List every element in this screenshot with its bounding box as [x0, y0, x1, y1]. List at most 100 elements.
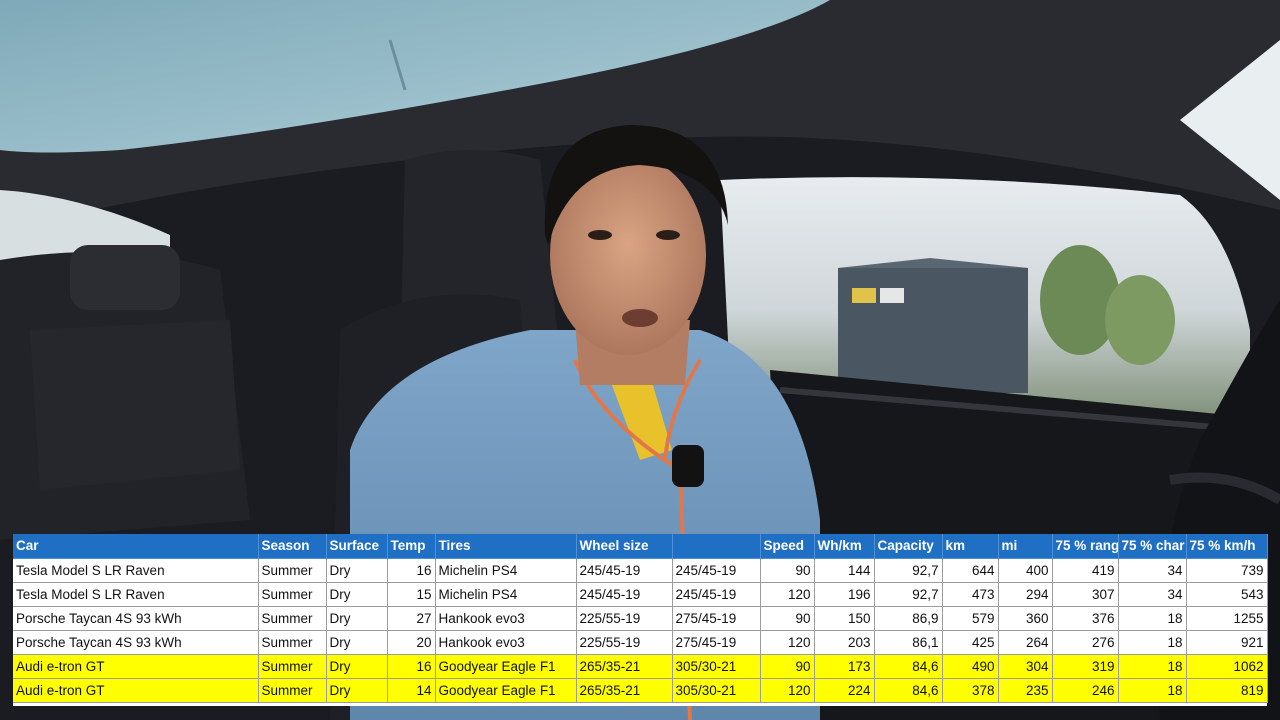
table-cell: Summer	[258, 606, 327, 631]
table-cell: 225/55-19	[576, 606, 673, 631]
column-header: Wheel size	[576, 534, 673, 559]
table-cell: 14	[387, 678, 436, 703]
table-cell: Summer	[258, 582, 327, 607]
table-cell: 16	[387, 654, 436, 679]
table-cell: 225/55-19	[576, 630, 673, 655]
column-header: 75 % char	[1118, 534, 1187, 559]
table-header-row: Car Season Surface Temp Tires Wheel size Speed…	[13, 534, 1268, 559]
table-cell: 150	[814, 606, 875, 631]
table-cell: 120	[760, 582, 815, 607]
table-cell: Dry	[326, 606, 388, 631]
table-cell: 1062	[1186, 654, 1268, 679]
table-cell: Porsche Taycan 4S 93 kWh	[13, 606, 259, 631]
table-cell: 360	[998, 606, 1053, 631]
table-cell: 245/45-19	[672, 558, 761, 583]
table-cell: 92,7	[874, 558, 943, 583]
table-row: Audi e-tron GT Summer Dry 16 Goodyear Eagle …	[13, 654, 1268, 679]
table-cell: 275/45-19	[672, 606, 761, 631]
column-header: Car	[13, 534, 259, 559]
table-cell: 378	[942, 678, 999, 703]
table-cell: 18	[1118, 654, 1187, 679]
table-cell: 84,6	[874, 654, 943, 679]
column-header: Season	[258, 534, 327, 559]
column-header: Capacity	[874, 534, 943, 559]
table-cell: 1255	[1186, 606, 1268, 631]
table-cell: 265/35-21	[576, 654, 673, 679]
table-cell: 86,9	[874, 606, 943, 631]
table-cell: 84,6	[874, 678, 943, 703]
table-cell: 245/45-19	[672, 582, 761, 607]
table-cell: 120	[760, 678, 815, 703]
table-cell: Summer	[258, 630, 327, 655]
table-cell: 400	[998, 558, 1053, 583]
table-cell: Dry	[326, 630, 388, 655]
table-cell: 16	[387, 558, 436, 583]
table-cell: 644	[942, 558, 999, 583]
table-cell: Hankook evo3	[435, 606, 577, 631]
table-cell: 86,1	[874, 630, 943, 655]
table-cell: 305/30-21	[672, 678, 761, 703]
table-cell: 27	[387, 606, 436, 631]
table-cell: 305/30-21	[672, 654, 761, 679]
column-header: Temp	[387, 534, 436, 559]
table-cell: 275/45-19	[672, 630, 761, 655]
table-cell: Dry	[326, 678, 388, 703]
table-cell: Dry	[326, 582, 388, 607]
column-header: mi	[998, 534, 1053, 559]
column-header: km	[942, 534, 999, 559]
table-cell: 819	[1186, 678, 1268, 703]
consumption-table: Car Season Surface Temp Tires Wheel size Speed…	[13, 534, 1268, 703]
column-header: Surface	[326, 534, 388, 559]
table-cell: 92,7	[874, 582, 943, 607]
table-cell: 224	[814, 678, 875, 703]
table-cell: 245/45-19	[576, 582, 673, 607]
table-cell: 15	[387, 582, 436, 607]
table-cell: 304	[998, 654, 1053, 679]
table-cell: 264	[998, 630, 1053, 655]
table-cell: 144	[814, 558, 875, 583]
table-cell: Summer	[258, 558, 327, 583]
table-cell: Goodyear Eagle F1	[435, 654, 577, 679]
table-cell: 579	[942, 606, 999, 631]
table-cell: 376	[1052, 606, 1119, 631]
table-row: Tesla Model S LR Raven Summer Dry 15 Micheli…	[13, 582, 1268, 607]
table-row: Tesla Model S LR Raven Summer Dry 16 Micheli…	[13, 558, 1268, 583]
table-cell: 203	[814, 630, 875, 655]
table-cell: 543	[1186, 582, 1268, 607]
table-cell: 473	[942, 582, 999, 607]
table-cell: 18	[1118, 606, 1187, 631]
table-row: Audi e-tron GT Summer Dry 14 Goodyear Eagle …	[13, 678, 1268, 703]
table-cell: 34	[1118, 558, 1187, 583]
table-row: Porsche Taycan 4S 93 kWh Summer Dry 20 Hanko…	[13, 630, 1268, 655]
table-cell: Michelin PS4	[435, 558, 577, 583]
table-cell: Summer	[258, 654, 327, 679]
table-cell: Tesla Model S LR Raven	[13, 582, 259, 607]
table-cell: Dry	[326, 558, 388, 583]
table-cell: 246	[1052, 678, 1119, 703]
table-cell: 276	[1052, 630, 1119, 655]
table-cell: Tesla Model S LR Raven	[13, 558, 259, 583]
comparison-table-panel: Car Season Surface Temp Tires Wheel size Speed…	[13, 534, 1268, 706]
table-row: Porsche Taycan 4S 93 kWh Summer Dry 27 Hanko…	[13, 606, 1268, 631]
table-cell: Summer	[258, 678, 327, 703]
table-cell: 90	[760, 654, 815, 679]
table-body: Tesla Model S LR Raven Summer Dry 16 Micheli…	[13, 558, 1268, 703]
table-cell: Dry	[326, 654, 388, 679]
table-cell: Goodyear Eagle F1	[435, 678, 577, 703]
column-header: 75 % rang	[1052, 534, 1119, 559]
table-cell: 307	[1052, 582, 1119, 607]
table-cell: Hankook evo3	[435, 630, 577, 655]
table-cell: 490	[942, 654, 999, 679]
table-cell: 921	[1186, 630, 1268, 655]
table-cell: 419	[1052, 558, 1119, 583]
table-cell: 18	[1118, 630, 1187, 655]
table-cell: 196	[814, 582, 875, 607]
table-cell: 739	[1186, 558, 1268, 583]
table-cell: 265/35-21	[576, 678, 673, 703]
table-cell: 120	[760, 630, 815, 655]
column-header: 75 % km/h	[1186, 534, 1268, 559]
table-cell: 235	[998, 678, 1053, 703]
table-cell: 319	[1052, 654, 1119, 679]
table-cell: 90	[760, 558, 815, 583]
table-cell: 18	[1118, 678, 1187, 703]
